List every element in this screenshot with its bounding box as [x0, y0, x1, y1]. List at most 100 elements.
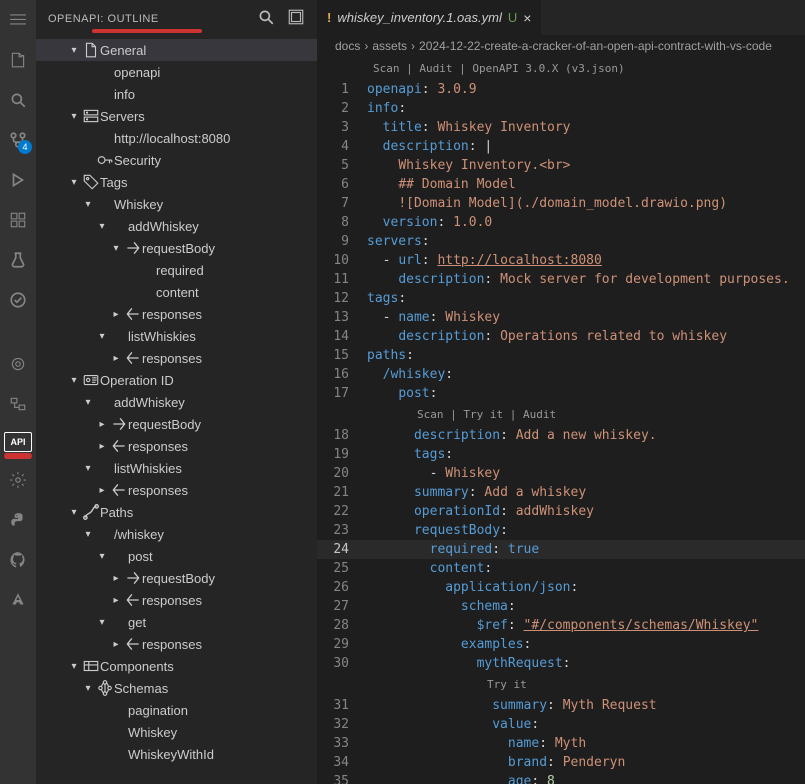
- tree-item[interactable]: ▾get: [36, 611, 317, 633]
- tree-item[interactable]: ▸responses: [36, 347, 317, 369]
- chevron-icon[interactable]: ▾: [66, 111, 82, 122]
- chevron-icon[interactable]: ▾: [66, 507, 82, 518]
- chevron-icon[interactable]: ▸: [94, 441, 110, 452]
- tree-item[interactable]: pagination: [36, 699, 317, 721]
- code-line[interactable]: 23 requestBody:: [317, 521, 805, 540]
- github-icon[interactable]: [6, 548, 30, 572]
- code-line[interactable]: 31 summary: Myth Request: [317, 696, 805, 715]
- code-line[interactable]: 8 version: 1.0.0: [317, 213, 805, 232]
- tree-item[interactable]: ▾post: [36, 545, 317, 567]
- tree-item[interactable]: openapi: [36, 61, 317, 83]
- source-control-icon[interactable]: 4: [6, 128, 30, 152]
- code-line[interactable]: 7 ![Domain Model](./domain_model.drawio.…: [317, 194, 805, 213]
- settings-gear-icon[interactable]: [6, 468, 30, 492]
- code-line[interactable]: 25 content:: [317, 559, 805, 578]
- code-line[interactable]: 12tags:: [317, 289, 805, 308]
- code-line[interactable]: 10 - url: http://localhost:8080: [317, 251, 805, 270]
- code-line[interactable]: 6 ## Domain Model: [317, 175, 805, 194]
- tree-item[interactable]: ▾Components: [36, 655, 317, 677]
- code-line[interactable]: 34 brand: Penderyn: [317, 753, 805, 772]
- code-line[interactable]: 2info:: [317, 99, 805, 118]
- tree-item[interactable]: content: [36, 281, 317, 303]
- code-line[interactable]: 28 $ref: "#/components/schemas/Whiskey": [317, 616, 805, 635]
- code-line[interactable]: 29 examples:: [317, 635, 805, 654]
- tree-item[interactable]: ▸responses: [36, 303, 317, 325]
- extensions-icon[interactable]: [6, 208, 30, 232]
- chevron-icon[interactable]: ▾: [66, 375, 82, 386]
- chevron-icon[interactable]: ▾: [80, 397, 96, 408]
- tree-item[interactable]: Security: [36, 149, 317, 171]
- tree-item[interactable]: ▸responses: [36, 589, 317, 611]
- chevron-icon[interactable]: ▸: [108, 639, 124, 650]
- chevron-icon[interactable]: ▾: [94, 221, 110, 232]
- check-icon[interactable]: [6, 288, 30, 312]
- code-line[interactable]: 15paths:: [317, 346, 805, 365]
- tree-item[interactable]: ▸requestBody: [36, 413, 317, 435]
- code-line[interactable]: 16 /whiskey:: [317, 365, 805, 384]
- tree-item[interactable]: http://localhost:8080: [36, 127, 317, 149]
- code-line[interactable]: 32 value:: [317, 715, 805, 734]
- code-line[interactable]: 35 age: 8: [317, 772, 805, 784]
- code-line[interactable]: 11 description: Mock server for developm…: [317, 270, 805, 289]
- chevron-icon[interactable]: ▾: [66, 177, 82, 188]
- tree-item[interactable]: ▾requestBody: [36, 237, 317, 259]
- chevron-icon[interactable]: ▾: [80, 683, 96, 694]
- code-line[interactable]: 14 description: Operations related to wh…: [317, 327, 805, 346]
- code-line[interactable]: 33 name: Myth: [317, 734, 805, 753]
- tab-close-icon[interactable]: ×: [523, 10, 531, 26]
- search-icon[interactable]: [6, 88, 30, 112]
- code-line[interactable]: 20 - Whiskey: [317, 464, 805, 483]
- breadcrumbs[interactable]: docs › assets › 2024-12-22-create-a-crac…: [317, 35, 805, 57]
- sidebar-search-icon[interactable]: [257, 8, 275, 29]
- chevron-icon[interactable]: ▸: [108, 595, 124, 606]
- remote-icon[interactable]: [6, 392, 30, 416]
- chevron-icon[interactable]: ▾: [80, 529, 96, 540]
- chevron-icon[interactable]: ▾: [94, 617, 110, 628]
- chevron-icon[interactable]: ▸: [108, 573, 124, 584]
- api-icon[interactable]: API: [4, 432, 32, 452]
- breadcrumb-item[interactable]: 2024-12-22-create-a-cracker-of-an-open-a…: [419, 39, 772, 53]
- chevron-icon[interactable]: ▾: [80, 463, 96, 474]
- chevron-icon[interactable]: ▾: [94, 551, 110, 562]
- chevron-icon[interactable]: ▸: [94, 485, 110, 496]
- tree-item[interactable]: ▾Schemas: [36, 677, 317, 699]
- tree-item[interactable]: required: [36, 259, 317, 281]
- python-icon[interactable]: [6, 508, 30, 532]
- code-line[interactable]: 17 post:: [317, 384, 805, 403]
- tree-item[interactable]: ▾listWhiskies: [36, 457, 317, 479]
- code-line[interactable]: 26 application/json:: [317, 578, 805, 597]
- tree-item[interactable]: ▾Tags: [36, 171, 317, 193]
- codelens[interactable]: Scan | Try it | Audit: [317, 403, 805, 426]
- code-line[interactable]: 1openapi: 3.0.9: [317, 80, 805, 99]
- tree-item[interactable]: ▸requestBody: [36, 567, 317, 589]
- tree-item[interactable]: Whiskey: [36, 721, 317, 743]
- run-debug-icon[interactable]: [6, 168, 30, 192]
- code-line[interactable]: 18 description: Add a new whiskey.: [317, 426, 805, 445]
- code-line[interactable]: 24 required: true: [317, 540, 805, 559]
- menu-icon[interactable]: [6, 8, 30, 32]
- code-editor[interactable]: Scan | Audit | OpenAPI 3.0.X (v3.json)1o…: [317, 57, 805, 784]
- breadcrumb-item[interactable]: docs: [335, 39, 360, 53]
- codelens[interactable]: Scan | Audit | OpenAPI 3.0.X (v3.json): [317, 57, 805, 80]
- chevron-icon[interactable]: ▾: [94, 331, 110, 342]
- chevron-icon[interactable]: ▾: [108, 243, 124, 254]
- chevron-icon[interactable]: ▸: [108, 353, 124, 364]
- tree-item[interactable]: ▾listWhiskies: [36, 325, 317, 347]
- code-line[interactable]: 30 mythRequest:: [317, 654, 805, 673]
- tree-item[interactable]: info: [36, 83, 317, 105]
- tree-item[interactable]: ▾addWhiskey: [36, 391, 317, 413]
- azure-icon[interactable]: [6, 588, 30, 612]
- code-line[interactable]: 9servers:: [317, 232, 805, 251]
- tree-item[interactable]: ▾Operation ID: [36, 369, 317, 391]
- code-line[interactable]: 22 operationId: addWhiskey: [317, 502, 805, 521]
- testing-icon[interactable]: [6, 248, 30, 272]
- code-line[interactable]: 5 Whiskey Inventory.<br>: [317, 156, 805, 175]
- tree-item[interactable]: ▸responses: [36, 435, 317, 457]
- chevron-icon[interactable]: ▾: [66, 661, 82, 672]
- code-line[interactable]: 21 summary: Add a whiskey: [317, 483, 805, 502]
- tree-item[interactable]: ▸responses: [36, 633, 317, 655]
- tree-item[interactable]: WhiskeyWithId: [36, 743, 317, 765]
- tree-item[interactable]: ▾Servers: [36, 105, 317, 127]
- chevron-icon[interactable]: ▸: [108, 309, 124, 320]
- tree-item[interactable]: ▸responses: [36, 479, 317, 501]
